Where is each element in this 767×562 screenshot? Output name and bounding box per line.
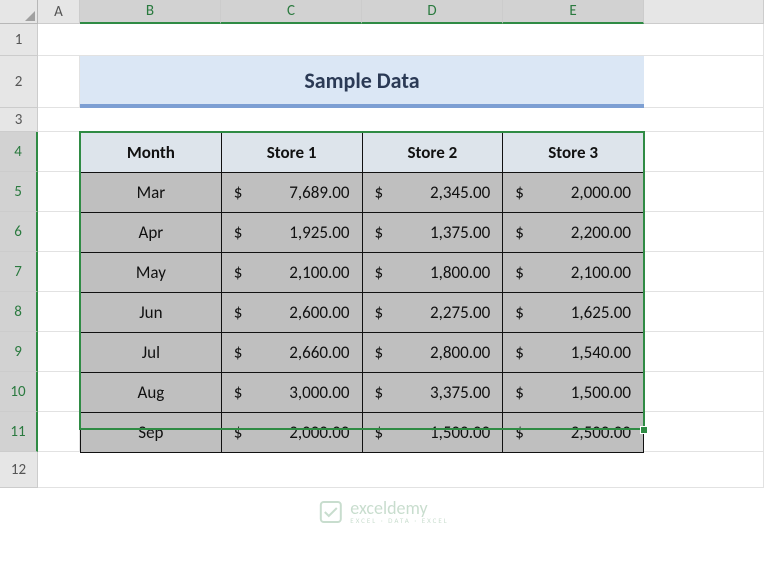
month-cell[interactable]: Apr	[81, 213, 222, 253]
value-cell[interactable]: $1,500.00	[503, 373, 644, 413]
selection-range[interactable]: Month Store 1 Store 2 Store 3 Mar$7,689.…	[80, 132, 644, 452]
watermark: exceldemy EXCEL · DATA · EXCEL	[318, 499, 448, 524]
value-cell[interactable]: $1,625.00	[503, 293, 644, 333]
logo-icon	[318, 500, 342, 524]
table-row: Sep$2,000.00$1,500.00$2,500.00	[81, 413, 644, 453]
table-row: May$2,100.00$1,800.00$2,100.00	[81, 253, 644, 293]
row-header-12[interactable]: 12	[0, 452, 38, 488]
title-cell[interactable]: Sample Data	[80, 56, 644, 108]
row-header-8[interactable]: 8	[0, 292, 38, 332]
row-header-6[interactable]: 6	[0, 212, 38, 252]
select-all-corner[interactable]	[0, 0, 38, 24]
value-cell[interactable]: $1,925.00	[221, 213, 362, 253]
value-cell[interactable]: $2,600.00	[221, 293, 362, 333]
row-header-11[interactable]: 11	[0, 412, 38, 452]
month-cell[interactable]: Mar	[81, 173, 222, 213]
row-header-2[interactable]: 2	[0, 56, 38, 108]
value-cell[interactable]: $2,100.00	[503, 253, 644, 293]
col-header-C[interactable]: C	[221, 0, 362, 24]
value-cell[interactable]: $2,200.00	[503, 213, 644, 253]
month-cell[interactable]: Jun	[81, 293, 222, 333]
selection-fill-handle[interactable]	[640, 426, 648, 434]
header-store1[interactable]: Store 1	[221, 133, 362, 173]
data-table: Month Store 1 Store 2 Store 3 Mar$7,689.…	[80, 132, 644, 453]
value-cell[interactable]: $1,500.00	[362, 413, 503, 453]
watermark-tagline: EXCEL · DATA · EXCEL	[350, 517, 448, 524]
header-store2[interactable]: Store 2	[362, 133, 503, 173]
table-row: Apr$1,925.00$1,375.00$2,200.00	[81, 213, 644, 253]
value-cell[interactable]: $2,800.00	[362, 333, 503, 373]
month-cell[interactable]: Sep	[81, 413, 222, 453]
table-header-row: Month Store 1 Store 2 Store 3	[81, 133, 644, 173]
row-header-3[interactable]: 3	[0, 108, 38, 132]
value-cell[interactable]: $2,000.00	[221, 413, 362, 453]
table-row: Aug$3,000.00$3,375.00$1,500.00	[81, 373, 644, 413]
watermark-name: exceldemy	[350, 499, 448, 517]
col-header-D[interactable]: D	[362, 0, 503, 24]
value-cell[interactable]: $2,500.00	[503, 413, 644, 453]
value-cell[interactable]: $2,100.00	[221, 253, 362, 293]
row-header-7[interactable]: 7	[0, 252, 38, 292]
col-header-blank[interactable]	[644, 0, 764, 24]
row-header-1[interactable]: 1	[0, 24, 38, 56]
table-row: Jul$2,660.00$2,800.00$1,540.00	[81, 333, 644, 373]
month-cell[interactable]: May	[81, 253, 222, 293]
value-cell[interactable]: $3,375.00	[362, 373, 503, 413]
value-cell[interactable]: $2,345.00	[362, 173, 503, 213]
col-header-A[interactable]: A	[38, 0, 80, 24]
row-header-5[interactable]: 5	[0, 172, 38, 212]
header-month[interactable]: Month	[81, 133, 222, 173]
value-cell[interactable]: $3,000.00	[221, 373, 362, 413]
table-row: Jun$2,600.00$2,275.00$1,625.00	[81, 293, 644, 333]
row-header-9[interactable]: 9	[0, 332, 38, 372]
row-header-4[interactable]: 4	[0, 132, 38, 172]
header-store3[interactable]: Store 3	[503, 133, 644, 173]
value-cell[interactable]: $1,800.00	[362, 253, 503, 293]
value-cell[interactable]: $1,375.00	[362, 213, 503, 253]
value-cell[interactable]: $2,275.00	[362, 293, 503, 333]
spreadsheet-grid: A B C D E 1 2 Sample Data 3 4 Month Stor…	[0, 0, 767, 488]
col-header-B[interactable]: B	[80, 0, 221, 24]
row-header-10[interactable]: 10	[0, 372, 38, 412]
value-cell[interactable]: $1,540.00	[503, 333, 644, 373]
col-header-E[interactable]: E	[503, 0, 644, 24]
month-cell[interactable]: Jul	[81, 333, 222, 373]
value-cell[interactable]: $2,000.00	[503, 173, 644, 213]
value-cell[interactable]: $2,660.00	[221, 333, 362, 373]
value-cell[interactable]: $7,689.00	[221, 173, 362, 213]
month-cell[interactable]: Aug	[81, 373, 222, 413]
table-row: Mar$7,689.00$2,345.00$2,000.00	[81, 173, 644, 213]
